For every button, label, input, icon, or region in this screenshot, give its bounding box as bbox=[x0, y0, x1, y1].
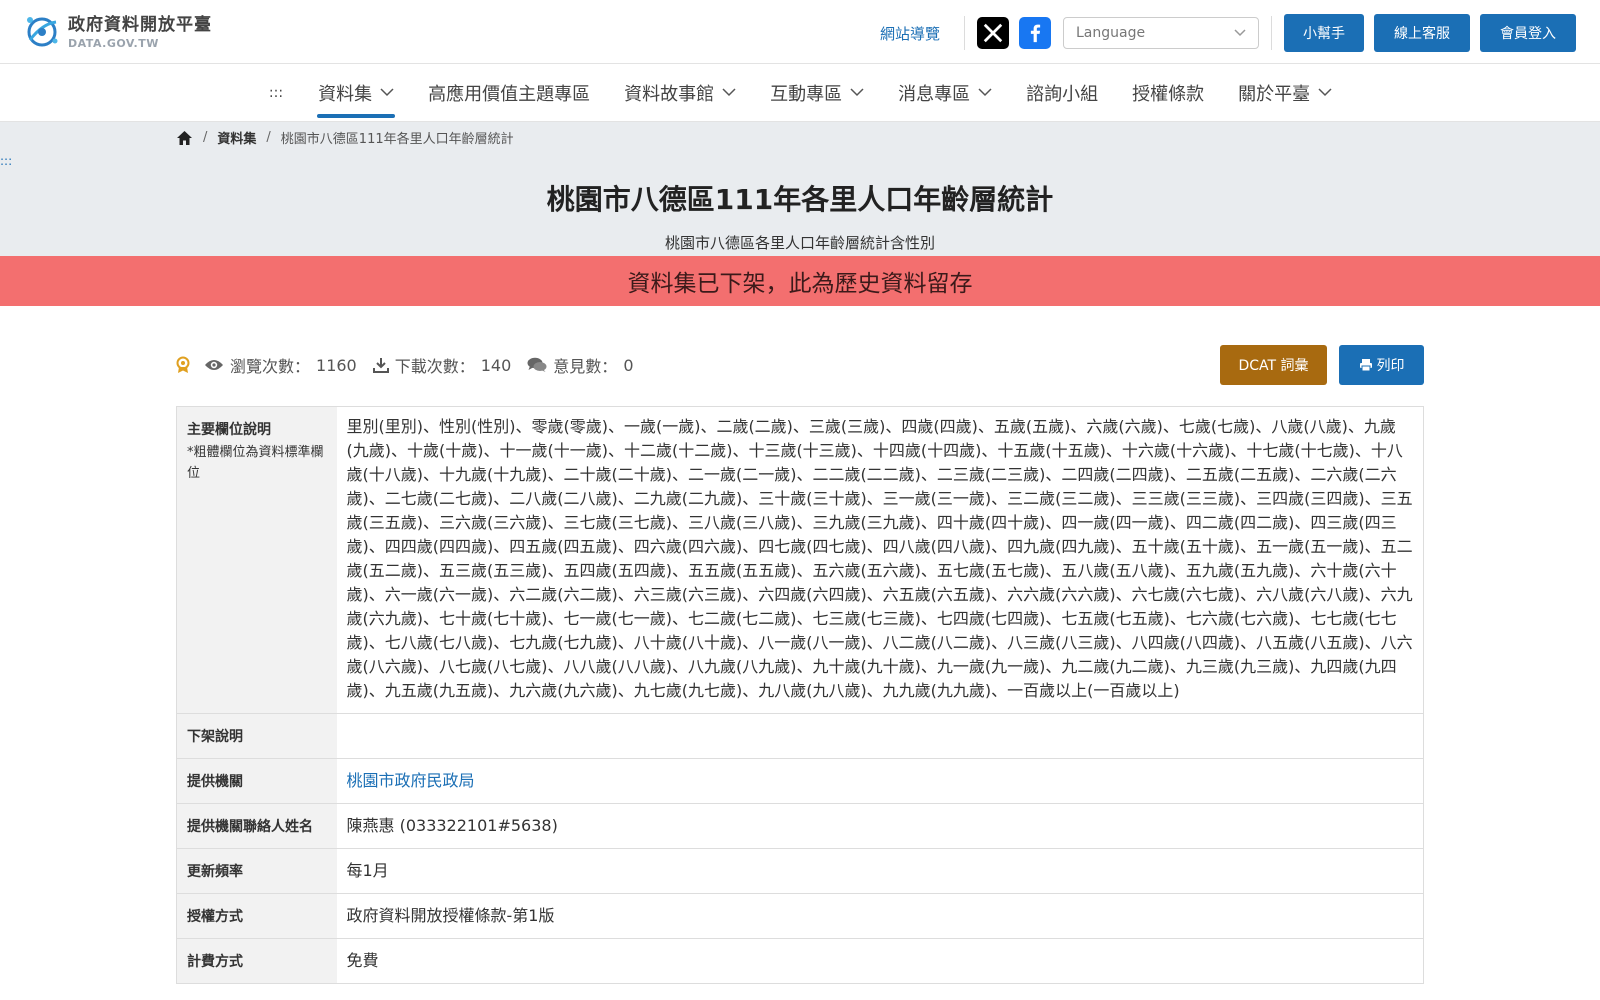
logo-icon bbox=[27, 17, 58, 47]
table-row: 授權方式 政府資料開放授權條款-第1版 bbox=[176, 893, 1424, 939]
dcat-vocabulary-button[interactable]: DCAT 詞彙 bbox=[1220, 345, 1327, 385]
home-icon[interactable] bbox=[176, 130, 193, 146]
accesskey-center[interactable]: ::: bbox=[0, 154, 12, 168]
breadcrumb-separator: / bbox=[203, 130, 208, 145]
download-count: 下載次數： 140 bbox=[372, 353, 512, 377]
comments-icon bbox=[527, 357, 547, 372]
contact-value: 陳燕惠 (033322101#5638) bbox=[336, 803, 1424, 849]
breadcrumb: / 資料集 / 桃園市八德區111年各里人口年齡層統計 bbox=[176, 128, 514, 147]
table-row: 下架說明 bbox=[176, 713, 1424, 759]
breadcrumb-datasets[interactable]: 資料集 bbox=[217, 128, 256, 147]
nav-label: 互動專區 bbox=[770, 83, 843, 105]
comment-count: 意見數： 0 bbox=[527, 353, 634, 377]
facebook-button[interactable] bbox=[1019, 17, 1051, 49]
table-row: 計費方式 免費 bbox=[176, 938, 1424, 984]
chevron-down-icon bbox=[722, 88, 736, 97]
main-navigation: ::: 資料集 高應用價值主題專區 資料故事館 互動專區 消息專區 諮詢小組 授… bbox=[0, 64, 1600, 122]
helper-button[interactable]: 小幫手 bbox=[1284, 14, 1364, 52]
x-icon bbox=[983, 23, 1003, 43]
nav-label: 資料集 bbox=[318, 83, 373, 105]
nav-item-datasets[interactable]: 資料集 bbox=[301, 64, 411, 122]
contact-label: 提供機關聯絡人姓名 bbox=[176, 803, 337, 849]
print-label: 列印 bbox=[1376, 358, 1405, 374]
accesskey-top[interactable]: ::: bbox=[251, 85, 301, 101]
award-icon bbox=[176, 356, 190, 373]
logo-subtitle: DATA.GOV.TW bbox=[68, 37, 159, 50]
main-fields-note: *粗體欄位為資料標準欄位 bbox=[187, 445, 324, 481]
download-count-value: 140 bbox=[480, 355, 512, 375]
breadcrumb-current: 桃園市八德區111年各里人口年齡層統計 bbox=[280, 132, 514, 147]
frequency-value: 每1月 bbox=[336, 848, 1424, 894]
frequency-label: 更新頻率 bbox=[176, 848, 337, 894]
language-select[interactable]: Language bbox=[1063, 17, 1259, 49]
divider bbox=[1271, 16, 1272, 50]
provider-label: 提供機關 bbox=[176, 758, 337, 804]
table-row: 主要欄位說明 *粗體欄位為資料標準欄位 里別(里別)、性別(性別)、零歲(零歲)… bbox=[176, 406, 1424, 714]
comment-count-label: 意見數： bbox=[553, 357, 618, 376]
dataset-hero: / 資料集 / 桃園市八德區111年各里人口年齡層統計 ::: 桃園市八德區11… bbox=[0, 122, 1600, 256]
language-placeholder: Language bbox=[1076, 25, 1146, 41]
license-label: 授權方式 bbox=[176, 893, 337, 939]
page-title: 桃園市八德區111年各里人口年齡層統計 bbox=[546, 183, 1054, 216]
chevron-down-icon bbox=[978, 88, 992, 97]
nav-item-news[interactable]: 消息專區 bbox=[881, 64, 1009, 122]
nav-label: 諮詢小組 bbox=[1026, 83, 1099, 105]
top-header: 政府資料開放平臺 DATA.GOV.TW 網站導覽 Language 小幫手 線… bbox=[0, 0, 1600, 64]
main-fields-value: 里別(里別)、性別(性別)、零歲(零歲)、一歲(一歲)、二歲(二歲)、三歲(三歲… bbox=[336, 406, 1424, 714]
nav-item-about[interactable]: 關於平臺 bbox=[1221, 64, 1349, 122]
stats-bar: 瀏覽次數： 1160 下載次數： 140 意見數： 0 DCAT 詞彙 列印 bbox=[176, 344, 1424, 386]
eye-icon bbox=[205, 360, 223, 370]
divider bbox=[964, 16, 965, 50]
x-twitter-button[interactable] bbox=[977, 17, 1009, 49]
dataset-info-table: 主要欄位說明 *粗體欄位為資料標準欄位 里別(里別)、性別(性別)、零歲(零歲)… bbox=[176, 406, 1424, 984]
table-row: 更新頻率 每1月 bbox=[176, 848, 1424, 894]
logo-title: 政府資料開放平臺 bbox=[68, 15, 212, 35]
member-login-button[interactable]: 會員登入 bbox=[1480, 14, 1576, 52]
badge bbox=[176, 356, 190, 374]
row-value: 桃園市政府民政局 bbox=[336, 758, 1424, 804]
nav-item-interactive[interactable]: 互動專區 bbox=[753, 64, 881, 122]
removal-value bbox=[336, 713, 1424, 759]
nav-label: 授權條款 bbox=[1132, 83, 1205, 105]
page-subtitle: 桃園市八德區各里人口年齡層統計含性別 bbox=[664, 234, 935, 252]
archived-banner: 資料集已下架，此為歷史資料留存 bbox=[0, 256, 1600, 306]
nav-item-high-value[interactable]: 高應用價值主題專區 bbox=[411, 64, 607, 122]
chevron-down-icon bbox=[1234, 29, 1246, 37]
nav-label: 消息專區 bbox=[898, 83, 971, 105]
nav-item-advisory[interactable]: 諮詢小組 bbox=[1009, 64, 1115, 122]
provider-link[interactable]: 桃園市政府民政局 bbox=[347, 771, 475, 790]
nav-item-license[interactable]: 授權條款 bbox=[1115, 64, 1221, 122]
facebook-icon bbox=[1030, 24, 1041, 43]
download-count-label: 下載次數： bbox=[394, 357, 475, 376]
table-row: 提供機關 桃園市政府民政局 bbox=[176, 758, 1424, 804]
print-icon bbox=[1359, 359, 1372, 372]
breadcrumb-separator: / bbox=[266, 130, 271, 145]
nav-item-data-stories[interactable]: 資料故事館 bbox=[607, 64, 753, 122]
nav-label: 關於平臺 bbox=[1238, 83, 1311, 105]
online-service-button[interactable]: 線上客服 bbox=[1374, 14, 1470, 52]
main-fields-label: 主要欄位說明 bbox=[187, 422, 271, 438]
chevron-down-icon bbox=[850, 88, 864, 97]
fee-value: 免費 bbox=[336, 938, 1424, 984]
comment-count-value: 0 bbox=[623, 355, 634, 375]
site-logo[interactable]: 政府資料開放平臺 DATA.GOV.TW bbox=[22, 10, 212, 50]
print-button[interactable]: 列印 bbox=[1339, 345, 1424, 385]
download-icon bbox=[372, 358, 389, 373]
view-count: 瀏覽次數： 1160 bbox=[204, 353, 357, 377]
nav-label: 資料故事館 bbox=[624, 83, 715, 105]
view-count-label: 瀏覽次數： bbox=[230, 357, 311, 376]
row-label: 主要欄位說明 *粗體欄位為資料標準欄位 bbox=[176, 406, 337, 714]
sitemap-link[interactable]: 網站導覽 bbox=[880, 23, 940, 44]
table-row: 提供機關聯絡人姓名 陳燕惠 (033322101#5638) bbox=[176, 803, 1424, 849]
chevron-down-icon bbox=[380, 88, 394, 97]
nav-label: 高應用價值主題專區 bbox=[428, 83, 591, 105]
chevron-down-icon bbox=[1318, 88, 1332, 97]
view-count-value: 1160 bbox=[316, 355, 357, 375]
removal-label: 下架說明 bbox=[176, 713, 337, 759]
license-value: 政府資料開放授權條款-第1版 bbox=[336, 893, 1424, 939]
fee-label: 計費方式 bbox=[176, 938, 337, 984]
